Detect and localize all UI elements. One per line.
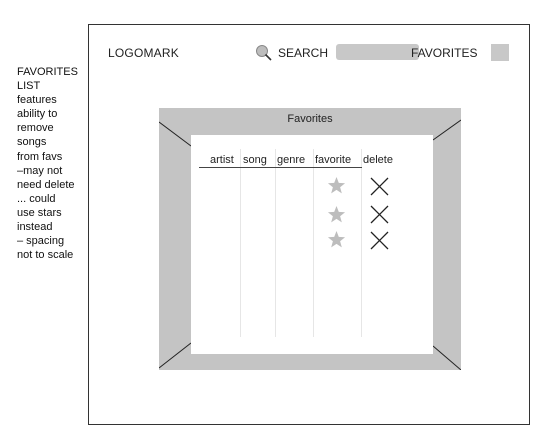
annotation-line: instead <box>17 221 53 234</box>
column-divider <box>361 149 362 337</box>
annotation-line: remove <box>17 122 54 135</box>
delete-x-icon[interactable] <box>370 205 389 224</box>
annotation-note: FAVORITES LIST features ability to remov… <box>17 65 87 262</box>
annotation-line: LIST <box>17 80 41 93</box>
annotation-line: need delete <box>17 178 75 191</box>
column-divider <box>313 149 314 337</box>
annotation-line: –may not <box>17 164 63 177</box>
annotation-line: songs <box>17 136 47 149</box>
star-icon[interactable] <box>327 176 346 195</box>
favorites-nav-link[interactable]: FAVORITES <box>411 46 477 60</box>
column-header-song[interactable]: song <box>243 154 267 166</box>
column-divider <box>275 149 276 337</box>
column-header-artist[interactable]: artist <box>210 154 234 166</box>
star-icon[interactable] <box>327 230 346 249</box>
search-label[interactable]: SEARCH <box>278 46 328 60</box>
annotation-line: ... could <box>17 192 56 205</box>
annotation-line: features <box>17 94 57 107</box>
column-header-delete[interactable]: delete <box>363 154 393 166</box>
column-header-favorite[interactable]: favorite <box>315 154 351 166</box>
star-icon[interactable] <box>327 205 346 224</box>
logomark[interactable]: LOGOMARK <box>108 46 179 60</box>
modal-title: Favorites <box>287 113 333 125</box>
annotation-line: ability to <box>17 108 58 121</box>
header-underline <box>199 167 362 168</box>
annotation-line: – spacing <box>17 235 65 248</box>
search-input[interactable] <box>336 44 419 60</box>
favorites-table: artist song genre favorite delete <box>191 135 433 354</box>
annotation-line: from favs <box>17 150 63 163</box>
favorites-image-placeholder[interactable] <box>491 44 509 61</box>
annotation-line: FAVORITES <box>17 66 78 78</box>
delete-x-icon[interactable] <box>370 177 389 196</box>
column-divider <box>240 149 241 337</box>
annotation-line: not to scale <box>17 249 74 262</box>
app-frame: LOGOMARK SEARCH FAVORITES Favorites arti… <box>88 24 530 425</box>
favorites-modal: Favorites artist song genre favorite del… <box>159 108 461 370</box>
column-header-genre[interactable]: genre <box>277 154 305 166</box>
search-icon[interactable] <box>255 44 273 62</box>
annotation-line: use stars <box>17 206 62 219</box>
delete-x-icon[interactable] <box>370 231 389 250</box>
